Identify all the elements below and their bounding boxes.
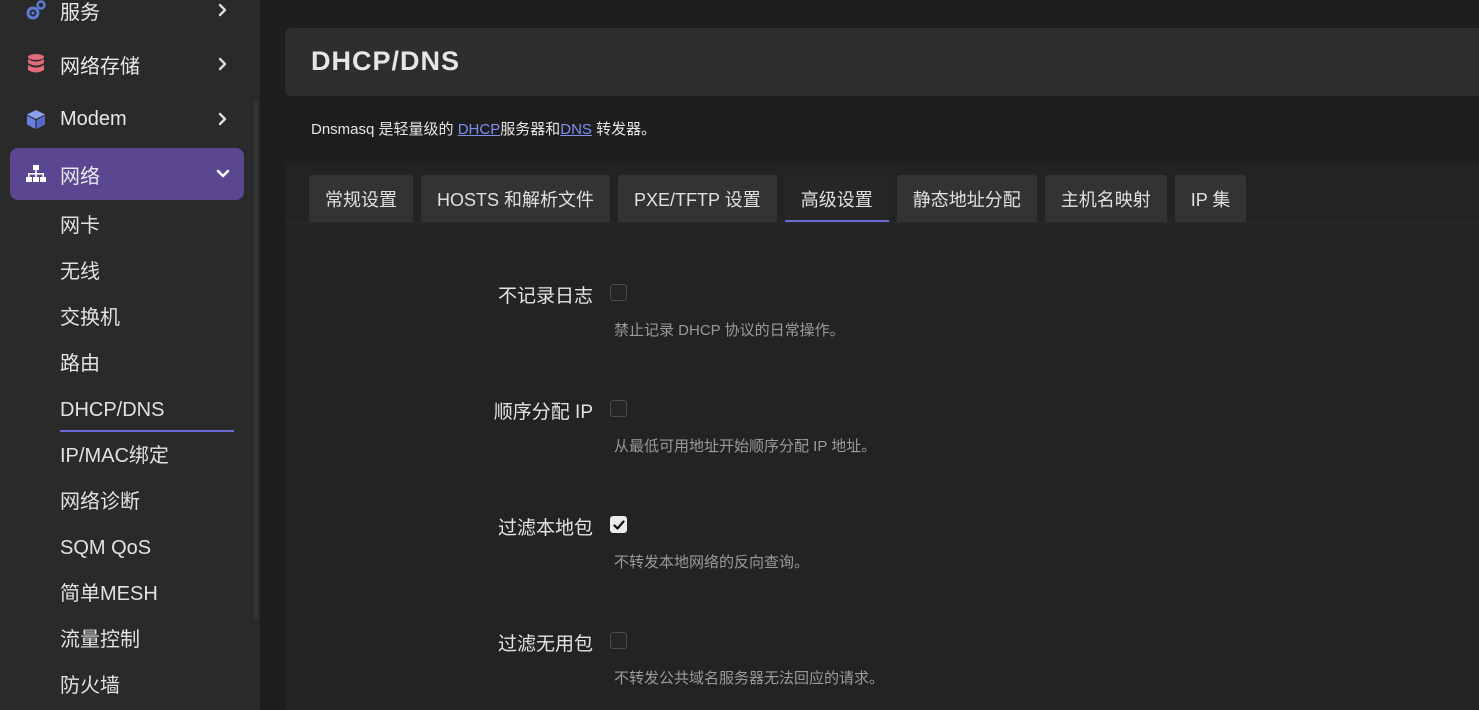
field-label-sequential-ip: 顺序分配 IP: [493, 402, 593, 423]
tab-hostnames[interactable]: 主机名映射: [1044, 175, 1167, 222]
field-label-filterwin2k: 过滤无用包: [497, 634, 593, 655]
sidebar-subitem-routes[interactable]: 路由: [60, 351, 100, 377]
checkmark-icon: [613, 520, 625, 530]
sitemap-icon: [24, 162, 48, 186]
quietdhcp-checkbox[interactable]: [610, 284, 627, 301]
sidebar-item-network[interactable]: 网络: [10, 148, 244, 200]
page-description: Dnsmasq 是轻量级的 DHCP服务器和DNS 转发器。: [311, 118, 656, 139]
sidebar-subitem-wireless[interactable]: 无线: [60, 259, 100, 285]
sidebar-item-network-storage[interactable]: 网络存储: [10, 38, 244, 90]
sidebar-subitem-firewall[interactable]: 防火墙: [60, 673, 120, 699]
sidebar-subitem-nic[interactable]: 网卡: [60, 213, 100, 239]
sidebar-subitem-easy-mesh[interactable]: 简单MESH: [60, 581, 158, 607]
field-help-sequential-ip: 从最低可用地址开始顺序分配 IP 地址。: [614, 438, 877, 455]
sidebar-item-label: 网络: [60, 165, 100, 188]
tab-static-leases[interactable]: 静态地址分配: [896, 175, 1037, 222]
tab-bar: 常规设置 HOSTS 和解析文件 PXE/TFTP 设置 高级设置 静态地址分配…: [309, 175, 1247, 222]
tab-advanced[interactable]: 高级设置: [784, 175, 889, 222]
tab-ipsets[interactable]: IP 集: [1174, 175, 1247, 222]
sidebar-subitem-switch[interactable]: 交换机: [60, 305, 120, 331]
description-text: Dnsmasq 是轻量级的: [311, 121, 458, 138]
dns-link[interactable]: DNS: [560, 121, 592, 138]
boguspriv-checkbox[interactable]: [610, 516, 627, 533]
chevron-down-icon: [212, 163, 234, 185]
sidebar-scrollbar[interactable]: [254, 100, 258, 620]
chevron-right-icon: [212, 108, 234, 130]
tab-general[interactable]: 常规设置: [309, 175, 413, 222]
sidebar-item-label: 服务: [60, 1, 100, 24]
sidebar-subitem-traffic-control[interactable]: 流量控制: [60, 627, 140, 653]
sidebar-item-modem[interactable]: Modem: [10, 93, 244, 145]
settings-section: 常规设置 HOSTS 和解析文件 PXE/TFTP 设置 高级设置 静态地址分配…: [285, 163, 1479, 710]
sidebar: 服务 网络存储 Modem 网络 网卡 无线 交换机 路由 DHCP/DNS I…: [0, 0, 260, 710]
active-subitem-underline: [60, 430, 234, 432]
field-label-boguspriv: 过滤本地包: [497, 518, 593, 539]
sequential-ip-checkbox[interactable]: [610, 400, 627, 417]
page-header: DHCP/DNS: [285, 28, 1479, 96]
filterwin2k-checkbox[interactable]: [610, 632, 627, 649]
field-label-quietdhcp: 不记录日志: [497, 286, 593, 307]
sidebar-subitem-sqm-qos[interactable]: SQM QoS: [60, 535, 151, 561]
sidebar-item-label: Modem: [60, 107, 127, 130]
sidebar-subitem-ip-mac-binding[interactable]: IP/MAC绑定: [60, 443, 169, 469]
tab-pxe-tftp[interactable]: PXE/TFTP 设置: [618, 175, 777, 222]
tab-divider: [285, 222, 1479, 223]
cube-icon: [24, 107, 48, 131]
description-text: 转发器。: [591, 121, 657, 138]
tab-hosts-resolv[interactable]: HOSTS 和解析文件: [421, 175, 611, 222]
field-help-quietdhcp: 禁止记录 DHCP 协议的日常操作。: [614, 322, 845, 339]
sidebar-subitem-dhcp-dns[interactable]: DHCP/DNS: [60, 397, 164, 423]
sidebar-item-label: 网络存储: [60, 55, 140, 78]
chevron-right-icon: [212, 53, 234, 75]
database-icon: [24, 52, 48, 76]
sidebar-subitem-diagnostics[interactable]: 网络诊断: [60, 489, 140, 515]
description-text: 服务器和: [500, 121, 561, 138]
dhcp-link[interactable]: DHCP: [458, 121, 501, 138]
main-content: DHCP/DNS Dnsmasq 是轻量级的 DHCP服务器和DNS 转发器。 …: [260, 0, 1479, 710]
field-help-filterwin2k: 不转发公共域名服务器无法回应的请求。: [614, 670, 885, 687]
gears-icon: [24, 0, 48, 22]
page-title: DHCP/DNS: [311, 46, 461, 76]
chevron-right-icon: [212, 0, 234, 21]
sidebar-item-services[interactable]: 服务: [10, 0, 244, 36]
field-help-boguspriv: 不转发本地网络的反向查询。: [614, 554, 810, 571]
